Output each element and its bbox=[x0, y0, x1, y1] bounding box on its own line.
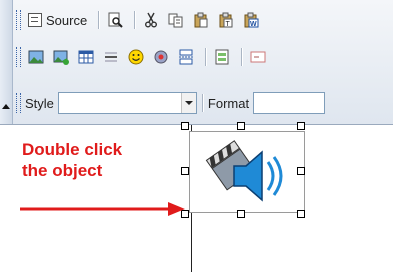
collapse-toolbar-icon[interactable] bbox=[2, 104, 10, 109]
source-icon bbox=[28, 13, 42, 27]
svg-text:T: T bbox=[226, 21, 231, 28]
annotation-line-1: Double click bbox=[22, 140, 123, 159]
toolbar-grip[interactable] bbox=[16, 47, 21, 67]
special-char-icon bbox=[154, 50, 168, 64]
image-icon bbox=[28, 50, 44, 64]
smiley-button[interactable] bbox=[125, 46, 147, 68]
table-button[interactable] bbox=[75, 46, 97, 68]
resize-handle-bottom[interactable] bbox=[237, 210, 245, 218]
image-button[interactable] bbox=[25, 46, 47, 68]
copy-icon bbox=[168, 13, 183, 28]
paste-text-button[interactable]: T bbox=[215, 9, 237, 31]
preview-icon bbox=[108, 12, 123, 28]
page-break-button[interactable] bbox=[175, 46, 197, 68]
paste-word-icon: W bbox=[244, 12, 259, 28]
toolbar-separator bbox=[134, 11, 136, 29]
paste-word-button[interactable]: W bbox=[240, 9, 262, 31]
format-label: Format bbox=[207, 95, 250, 111]
page-break-icon bbox=[179, 49, 193, 65]
resize-handle-top[interactable] bbox=[237, 122, 245, 130]
source-button[interactable]: Source bbox=[25, 9, 90, 31]
resize-handle-top-left[interactable] bbox=[181, 122, 189, 130]
style-select[interactable] bbox=[57, 92, 197, 114]
resize-handle-top-right[interactable] bbox=[297, 122, 305, 130]
insert-image-button[interactable] bbox=[50, 46, 72, 68]
toolbar-grip[interactable] bbox=[16, 93, 21, 113]
style-label: Style bbox=[25, 95, 54, 111]
textfield-button[interactable] bbox=[247, 46, 269, 68]
media-object-icon bbox=[205, 140, 283, 202]
toolbar-row-3: Style Format bbox=[16, 90, 326, 116]
copy-button[interactable] bbox=[165, 9, 187, 31]
resize-handle-right[interactable] bbox=[297, 167, 305, 175]
textfield-icon bbox=[250, 51, 266, 63]
toolbar-separator bbox=[98, 11, 100, 29]
toolbar-row-1: Source T W bbox=[16, 7, 265, 33]
toolbar-collapse-strip[interactable] bbox=[0, 0, 13, 124]
toolbar-separator bbox=[201, 94, 203, 112]
preview-button[interactable] bbox=[104, 9, 126, 31]
format-select[interactable] bbox=[253, 92, 326, 114]
paste-text-icon: T bbox=[219, 12, 233, 28]
toolbar-separator bbox=[241, 48, 242, 66]
insert-image-icon bbox=[53, 50, 69, 65]
embedded-media-object[interactable] bbox=[189, 131, 305, 213]
svg-text:W: W bbox=[250, 21, 257, 28]
toolbar-row-2 bbox=[16, 44, 272, 70]
toolbar-separator bbox=[205, 48, 206, 66]
arrow-right-icon bbox=[20, 202, 185, 216]
form-button[interactable] bbox=[211, 46, 233, 68]
resize-handle-bottom-right[interactable] bbox=[297, 210, 305, 218]
cut-icon bbox=[145, 12, 158, 28]
paste-button[interactable] bbox=[190, 9, 212, 31]
form-icon bbox=[215, 49, 229, 65]
style-select-value bbox=[59, 93, 181, 113]
chevron-down-icon bbox=[184, 101, 193, 105]
resize-handle-left[interactable] bbox=[181, 167, 189, 175]
toolbar-grip[interactable] bbox=[16, 10, 21, 30]
source-label: Source bbox=[46, 12, 88, 28]
cut-button[interactable] bbox=[140, 9, 162, 31]
smiley-icon bbox=[128, 49, 144, 65]
editor-toolbar: Source T W Style Format bbox=[0, 0, 393, 125]
special-char-button[interactable] bbox=[150, 46, 172, 68]
instruction-annotation: Double click the object bbox=[22, 139, 172, 181]
style-dropdown-button[interactable] bbox=[180, 93, 196, 113]
annotation-line-2: the object bbox=[22, 161, 103, 180]
horizontal-rule-icon bbox=[105, 52, 117, 62]
table-icon bbox=[78, 50, 94, 64]
paste-icon bbox=[194, 12, 208, 28]
horizontal-rule-button[interactable] bbox=[100, 46, 122, 68]
